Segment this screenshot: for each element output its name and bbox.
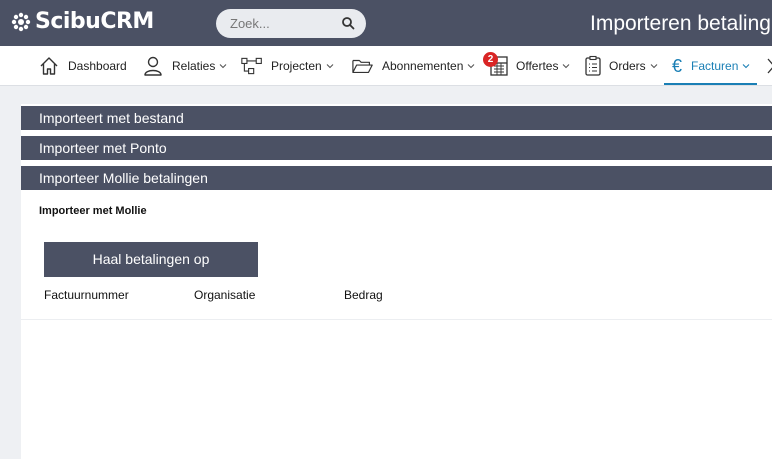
nav-item-orders[interactable]: Orders [585,46,658,85]
chevron-down-icon [468,64,475,69]
chevron-down-icon [742,64,750,69]
nav-item-more[interactable] [766,46,772,85]
search-box [216,9,366,38]
logo-text: ScibuCRM [35,9,154,34]
logo[interactable]: ScibuCRM [10,9,154,35]
nav-item-relaties[interactable]: Relaties [142,46,227,85]
logo-flower-icon [11,12,31,32]
clipboard-list-icon [585,55,601,76]
nav-label-dashboard: Dashboard [68,59,127,73]
chevron-down-icon [563,64,570,69]
nav-label-facturen: Facturen [691,59,739,73]
tools-icon [767,58,772,74]
folder-open-icon [352,59,373,74]
fetch-payments-button[interactable]: Haal betalingen op [44,242,258,277]
search-input[interactable] [230,13,340,34]
column-header-invoice-number: Factuurnummer [44,288,129,302]
nav-item-projecten[interactable]: Projecten [241,46,334,85]
home-icon [40,57,58,75]
search-icon[interactable] [341,16,355,30]
chevron-down-icon [326,64,334,69]
user-icon [144,56,162,76]
column-header-organisation: Organisatie [194,288,256,302]
nav-label-relaties: Relaties [172,59,216,73]
nav-item-dashboard[interactable]: Dashboard [38,46,127,85]
nav-label-orders: Orders [609,59,646,73]
nav-label-projecten: Projecten [271,59,322,73]
table-divider [21,319,772,320]
mollie-subtitle: Importeer met Mollie [39,205,147,217]
top-bar: ScibuCRM Importeren betaling [0,0,772,46]
chevron-down-icon [219,64,227,69]
nav-label-abonnementen: Abonnementen [382,59,464,73]
nav-item-offertes[interactable]: 2 Offertes [483,46,570,85]
column-header-amount: Bedrag [344,288,383,302]
nav-item-abonnementen[interactable]: Abonnementen [352,46,475,85]
section-import-mollie[interactable]: Importeer Mollie betalingen [21,166,772,190]
chevron-down-icon [650,64,658,69]
main-nav: Dashboard Relaties Projecten Abonnemente… [0,46,772,86]
section-import-ponto[interactable]: Importeer met Ponto [21,136,772,160]
section-import-file[interactable]: Importeert met bestand [21,106,772,130]
nav-item-facturen[interactable]: € Facturen [664,46,758,85]
notification-badge: 2 [483,52,498,67]
page-title: Importeren betaling [590,12,771,35]
main-panel: Importeert met bestand Importeer met Pon… [21,104,772,459]
nav-label-offertes: Offertes [516,59,559,73]
project-tree-icon [241,57,262,75]
euro-icon: € [672,56,683,76]
